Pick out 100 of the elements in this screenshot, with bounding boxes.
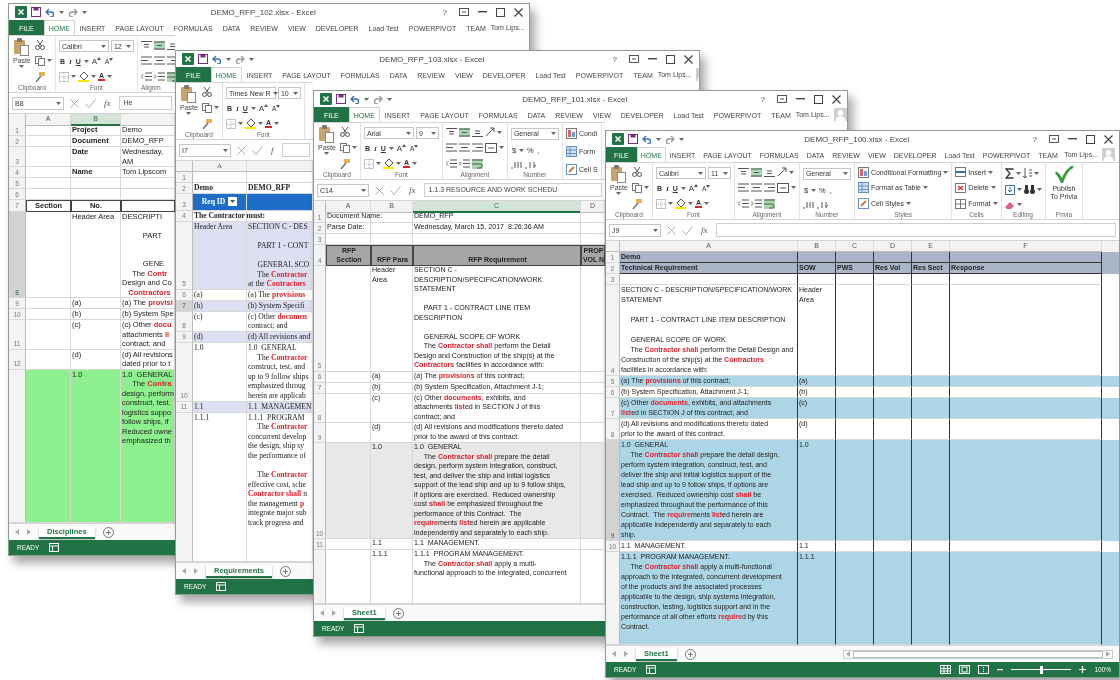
outdent-icon[interactable] bbox=[140, 72, 152, 82]
eraser-icon[interactable] bbox=[1004, 200, 1015, 209]
caret-icon[interactable] bbox=[616, 192, 622, 195]
caret-icon[interactable] bbox=[519, 148, 525, 152]
caret-icon[interactable] bbox=[990, 186, 996, 190]
caret-icon[interactable] bbox=[264, 104, 269, 107]
caret-icon[interactable] bbox=[788, 170, 794, 174]
caret-icon[interactable] bbox=[364, 97, 369, 101]
caret-icon[interactable] bbox=[70, 75, 76, 78]
undo-icon[interactable] bbox=[642, 134, 652, 144]
redo-icon[interactable] bbox=[235, 54, 245, 64]
check-icon[interactable] bbox=[85, 98, 96, 108]
cells-icon[interactable] bbox=[955, 198, 967, 209]
save-icon[interactable] bbox=[336, 94, 346, 104]
minimize-icon[interactable] bbox=[648, 58, 657, 60]
style-icon[interactable] bbox=[857, 182, 869, 194]
outdent-icon[interactable] bbox=[737, 199, 749, 209]
scissors-icon[interactable] bbox=[339, 127, 350, 138]
outdent-icon[interactable] bbox=[445, 159, 457, 169]
caret-icon[interactable] bbox=[667, 202, 673, 205]
merge-icon[interactable] bbox=[484, 143, 497, 153]
align-icon[interactable] bbox=[445, 127, 457, 137]
clipboard-icon[interactable] bbox=[181, 85, 197, 103]
caret-icon[interactable] bbox=[1033, 171, 1039, 175]
grow-font-button[interactable]: A bbox=[395, 144, 408, 153]
help-button[interactable]: ? bbox=[609, 54, 620, 64]
function-button[interactable]: fx bbox=[699, 225, 710, 235]
spreadsheet-logo-icon[interactable] bbox=[15, 6, 27, 18]
save-icon[interactable] bbox=[198, 54, 208, 64]
caret-icon[interactable] bbox=[922, 186, 928, 190]
orientation-icon[interactable] bbox=[484, 127, 495, 138]
caret-icon[interactable] bbox=[703, 202, 709, 205]
align-icon[interactable] bbox=[750, 183, 762, 193]
caret-icon[interactable] bbox=[1016, 203, 1022, 206]
caret-icon[interactable] bbox=[943, 170, 949, 174]
redo-icon[interactable] bbox=[373, 94, 383, 104]
macro-record-icon[interactable] bbox=[49, 543, 60, 552]
caret-icon[interactable] bbox=[680, 187, 686, 190]
caret-icon[interactable] bbox=[679, 137, 684, 141]
maximize-icon[interactable] bbox=[666, 54, 675, 64]
caret-icon[interactable] bbox=[388, 147, 394, 150]
wrap-text-icon[interactable] bbox=[471, 158, 483, 169]
caret-icon[interactable] bbox=[992, 202, 998, 206]
indent-icon[interactable] bbox=[153, 72, 165, 82]
help-button[interactable]: ? bbox=[757, 94, 768, 104]
ribbon-display-icon[interactable] bbox=[1049, 135, 1059, 143]
caret-icon[interactable] bbox=[706, 185, 711, 188]
paintbrush-icon[interactable] bbox=[339, 158, 350, 169]
indent-icon[interactable] bbox=[458, 159, 470, 169]
caret-icon[interactable] bbox=[125, 44, 131, 48]
minimize-icon[interactable] bbox=[796, 98, 805, 100]
caret-icon[interactable] bbox=[402, 144, 407, 147]
add-sheet-icon[interactable] bbox=[392, 607, 404, 619]
caret-icon[interactable] bbox=[411, 162, 417, 165]
spreadsheet-logo-icon[interactable] bbox=[182, 53, 194, 65]
caret-icon[interactable] bbox=[226, 57, 231, 61]
align-icon[interactable] bbox=[458, 143, 470, 153]
add-sheet-icon[interactable] bbox=[684, 648, 696, 660]
filter-dropdown-icon[interactable] bbox=[228, 197, 238, 207]
copy-icon[interactable] bbox=[201, 103, 212, 113]
spreadsheet-logo-icon[interactable] bbox=[612, 133, 624, 145]
paint-bucket-icon[interactable] bbox=[77, 71, 89, 82]
caret-icon[interactable] bbox=[19, 65, 25, 68]
save-icon[interactable] bbox=[628, 134, 638, 144]
grow-font-button[interactable]: A bbox=[90, 57, 103, 66]
check-icon[interactable] bbox=[390, 185, 401, 195]
caret-icon[interactable] bbox=[324, 152, 330, 155]
caret-icon[interactable] bbox=[59, 10, 64, 14]
caret-icon[interactable] bbox=[496, 130, 502, 134]
copy-icon[interactable] bbox=[34, 56, 45, 66]
close-icon[interactable] bbox=[832, 94, 841, 104]
macro-record-icon[interactable] bbox=[354, 624, 365, 633]
scissors-icon[interactable] bbox=[631, 167, 642, 178]
maximize-icon[interactable] bbox=[1086, 134, 1095, 144]
page-break-view-icon[interactable] bbox=[978, 665, 990, 674]
caret-icon[interactable] bbox=[375, 162, 381, 165]
caret-icon[interactable] bbox=[46, 59, 52, 63]
zoom-in-icon[interactable] bbox=[1079, 666, 1087, 673]
add-sheet-icon[interactable] bbox=[280, 565, 291, 577]
save-icon[interactable] bbox=[31, 7, 41, 17]
sum-icon[interactable] bbox=[1004, 167, 1014, 179]
close-icon[interactable] bbox=[1104, 134, 1113, 144]
normal-view-icon[interactable] bbox=[940, 665, 952, 674]
caret-icon[interactable] bbox=[987, 170, 993, 174]
caret-icon[interactable] bbox=[387, 97, 392, 101]
caret-icon[interactable] bbox=[405, 131, 411, 135]
caret-icon[interactable] bbox=[1036, 188, 1042, 191]
ribbon-display-icon[interactable] bbox=[777, 95, 787, 103]
indent-icon[interactable] bbox=[750, 199, 762, 209]
caret-icon[interactable] bbox=[653, 228, 658, 232]
caret-icon[interactable] bbox=[109, 58, 114, 61]
align-icon[interactable] bbox=[471, 127, 483, 137]
copy-icon[interactable] bbox=[631, 183, 642, 193]
caret-icon[interactable] bbox=[186, 112, 192, 115]
align-icon[interactable] bbox=[763, 167, 775, 177]
redo-icon[interactable] bbox=[665, 134, 675, 144]
caret-icon[interactable] bbox=[213, 106, 219, 110]
caret-icon[interactable] bbox=[97, 57, 102, 60]
caret-icon[interactable] bbox=[694, 184, 699, 187]
cells-icon[interactable] bbox=[955, 183, 967, 193]
